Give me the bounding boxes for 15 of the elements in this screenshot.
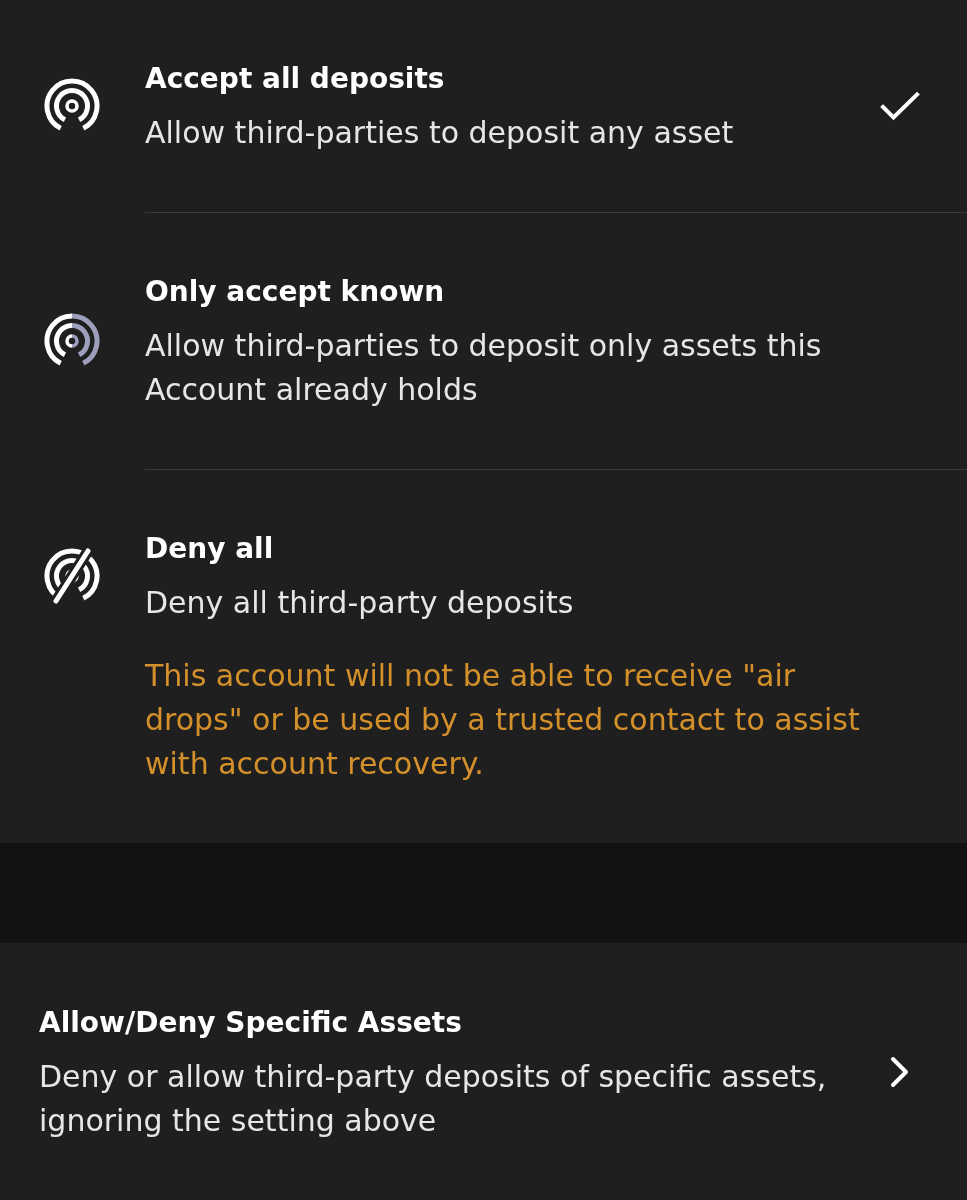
assets-description: Deny or allow third-party deposits of specific assets, ignoring the setting above (39, 1057, 828, 1140)
option-description: Allow third-parties to deposit only assets this Account already holds (145, 327, 823, 409)
option-description: Allow third-parties to deposit any asset (145, 114, 735, 152)
slashed-rings-icon (44, 548, 100, 604)
option-title: Accept all deposits (145, 61, 446, 97)
assets-title: Allow/Deny Specific Assets (39, 1004, 463, 1041)
option-description: Deny all third-party deposits (145, 584, 575, 622)
chevron-right-icon (890, 1055, 910, 1088)
deposit-option[interactable]: Accept all deposits Allow third-parties to deposit any asset (0, 0, 967, 212)
warning-text: This account will not be able to receive "air drops" or be used by a trusted contact to assist with account recovery. (145, 657, 860, 783)
specific-assets-row[interactable]: Allow/Deny Specific Assets Deny or allow third-party deposits of specific assets, ignoring the setting above (0, 943, 967, 1200)
option-title: Only accept known (145, 274, 446, 310)
deposit-option[interactable]: Only accept known Allow third-parties to deposit only assets this Account already holds (0, 213, 967, 469)
deposit-option[interactable]: Deny all Deny all third-party deposits This account will not be able to receive "air drops" or be used by a trusted contact to assist with account recovery. (0, 470, 967, 843)
option-title: Deny all (145, 531, 275, 567)
